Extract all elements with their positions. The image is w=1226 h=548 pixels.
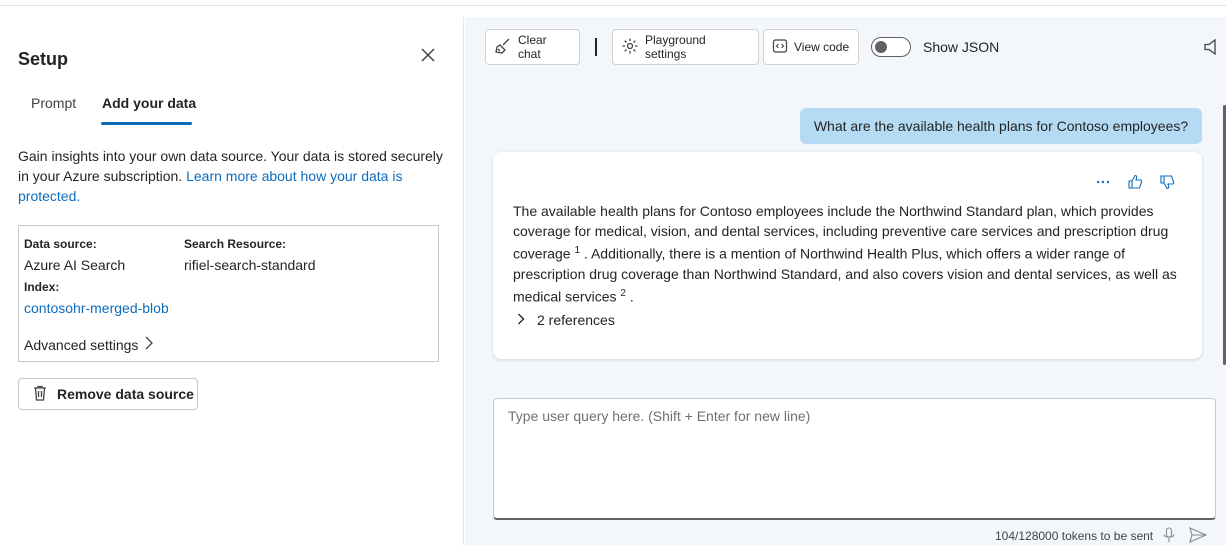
- search-resource-value: rifiel-search-standard: [184, 257, 316, 273]
- remove-data-source-button[interactable]: Remove data source: [18, 378, 198, 410]
- search-resource-label: Search Resource:: [184, 237, 287, 251]
- playground-settings-button[interactable]: Playground settings: [612, 29, 759, 65]
- close-icon[interactable]: [416, 43, 440, 67]
- index-label: Index:: [24, 280, 60, 294]
- user-query-box: [493, 398, 1216, 520]
- token-count: 104/128000 tokens to be sent: [995, 529, 1154, 543]
- active-tab-indicator: [101, 122, 192, 125]
- data-source-card: Data source: Azure AI Search Search Reso…: [18, 225, 439, 362]
- references-label: 2 references: [537, 312, 615, 328]
- thumbs-down-icon[interactable]: [1158, 173, 1176, 191]
- advanced-settings-button[interactable]: Advanced settings: [24, 336, 154, 353]
- data-source-label: Data source:: [24, 237, 97, 251]
- remove-data-source-label: Remove data source: [57, 386, 194, 402]
- view-code-button[interactable]: View code: [763, 29, 859, 65]
- top-divider: [0, 5, 1226, 6]
- code-icon: [772, 38, 788, 57]
- thumbs-up-icon[interactable]: [1126, 173, 1144, 191]
- chevron-right-icon: [144, 336, 154, 353]
- data-source-value: Azure AI Search: [24, 257, 126, 273]
- show-json-label: Show JSON: [923, 39, 1000, 55]
- assistant-response: The available health plans for Contoso e…: [493, 152, 1202, 359]
- advanced-settings-label: Advanced settings: [24, 336, 139, 353]
- clear-chat-button[interactable]: Clear chat: [485, 29, 580, 65]
- chevron-right-icon: [517, 312, 525, 328]
- setup-panel: Setup Prompt Add your data Gain insights…: [0, 17, 464, 545]
- tab-prompt[interactable]: Prompt: [31, 95, 76, 111]
- view-code-label: View code: [794, 40, 850, 54]
- response-part-2: . Additionally, there is a mention of No…: [513, 245, 1177, 305]
- speaker-icon[interactable]: [1203, 38, 1221, 56]
- trash-icon: [31, 384, 49, 405]
- add-data-description: Gain insights into your own data source.…: [18, 146, 448, 206]
- index-link[interactable]: contosohr-merged-blob: [24, 300, 169, 316]
- toolbar-separator: [595, 38, 597, 56]
- microphone-icon[interactable]: [1161, 527, 1177, 543]
- chat-panel: Clear chat Playground settings View code…: [465, 17, 1226, 545]
- user-message: What are the available health plans for …: [800, 108, 1202, 144]
- show-json-toggle[interactable]: [871, 37, 911, 57]
- send-icon[interactable]: [1189, 527, 1208, 543]
- response-part-3: .: [625, 288, 634, 305]
- user-query-input[interactable]: [506, 407, 1203, 425]
- references-expander[interactable]: 2 references: [517, 312, 615, 328]
- response-actions: [1094, 173, 1176, 191]
- setup-title: Setup: [18, 49, 69, 69]
- toggle-knob: [875, 41, 887, 53]
- playground-settings-label: Playground settings: [645, 33, 706, 61]
- tab-add-your-data[interactable]: Add your data: [102, 95, 196, 111]
- clear-chat-label: Clear chat: [518, 33, 547, 61]
- broom-icon: [494, 37, 512, 58]
- gear-icon: [621, 37, 639, 58]
- more-options-icon[interactable]: [1094, 173, 1112, 191]
- response-text: The available health plans for Contoso e…: [513, 201, 1183, 306]
